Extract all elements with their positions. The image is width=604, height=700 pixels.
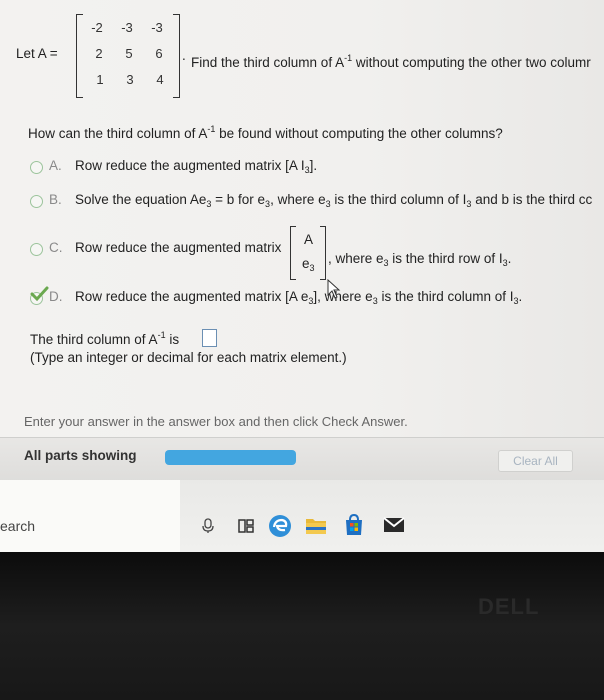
matrix-left-bracket xyxy=(76,14,83,98)
matrix-c-sub: 3 xyxy=(309,263,315,273)
matrix-c-top: A xyxy=(304,232,314,247)
option-b-t2: = b for e xyxy=(211,192,266,207)
prompt-exponent: -1 xyxy=(344,53,353,63)
option-a-text-pre: Row reduce the augmented matrix [A I xyxy=(75,158,305,173)
option-b-radio[interactable] xyxy=(30,195,43,208)
mail-icon[interactable] xyxy=(383,516,405,534)
option-b-t5: and b is the third cc xyxy=(471,192,593,207)
matrix-cell: -3 xyxy=(151,20,163,35)
edge-icon[interactable] xyxy=(268,514,292,538)
screen: Let A = -2 -3 -3 2 5 6 1 3 4 . Find the … xyxy=(0,0,604,552)
option-d-t4: . xyxy=(518,289,523,304)
option-c-text[interactable]: Row reduce the augmented matrix xyxy=(75,240,281,255)
answer-label: The third column of A-1 is xyxy=(30,330,179,347)
question-text: How can the third column of A-1 be found… xyxy=(28,124,503,141)
file-explorer-icon[interactable] xyxy=(305,515,327,535)
option-b-text[interactable]: Solve the equation Ae3 = b for e3, where… xyxy=(75,192,592,209)
prompt-text: Find the third column of A xyxy=(191,55,345,70)
option-b-t3: , where e xyxy=(270,192,326,207)
option-b-t1: Solve the equation Ae xyxy=(75,192,207,207)
answer-hint: (Type an integer or decimal for each mat… xyxy=(30,350,347,365)
answer-pre: The third column of A xyxy=(30,332,158,347)
matrix-right-bracket xyxy=(173,14,180,98)
option-c-t4: . xyxy=(507,251,512,266)
all-parts-label: All parts showing xyxy=(24,448,137,463)
taskbar-search-box[interactable] xyxy=(0,480,180,552)
answer-exponent: -1 xyxy=(157,330,166,340)
matrix-cell: -2 xyxy=(91,20,103,35)
option-d-letter: D. xyxy=(49,289,63,304)
option-d-t2: ], where e xyxy=(313,289,373,304)
matrix-cell: 1 xyxy=(96,72,104,87)
matrix-cell: -3 xyxy=(121,20,133,35)
laptop-bezel xyxy=(0,552,604,700)
period: . xyxy=(182,48,186,63)
option-b-letter: B. xyxy=(49,192,62,207)
option-a-text[interactable]: Row reduce the augmented matrix [A I3]. xyxy=(75,158,317,175)
clear-all-button[interactable]: Clear All xyxy=(498,450,573,472)
progress-bar xyxy=(165,450,296,465)
option-d-t1: Row reduce the augmented matrix [A e xyxy=(75,289,309,304)
option-c-radio[interactable] xyxy=(30,243,43,256)
dell-logo: DELL xyxy=(478,594,540,619)
matrix-cell: 2 xyxy=(95,46,103,61)
option-c-t3: is the third row of I xyxy=(388,251,503,266)
checkmark-icon xyxy=(30,286,49,302)
question-pre: How can the third column of A xyxy=(28,126,208,141)
matrix-c-e: e xyxy=(302,256,310,271)
option-d-t3: is the third column of I xyxy=(377,289,514,304)
matrix-c-left-bracket xyxy=(290,226,296,280)
mouse-cursor-icon xyxy=(327,279,341,299)
microphone-icon[interactable] xyxy=(200,518,216,534)
option-c-tail: , where e3 is the third row of I3. xyxy=(328,251,511,268)
option-c-letter: C. xyxy=(49,240,63,255)
store-icon[interactable] xyxy=(343,514,365,536)
matrix-c-bottom: e3 xyxy=(302,256,315,273)
let-a-label: Let A = xyxy=(16,46,58,61)
matrix-a: -2 -3 -3 2 5 6 1 3 4 xyxy=(76,14,180,98)
augmented-matrix-c: A e3 xyxy=(290,226,326,280)
matrix-cell: 3 xyxy=(126,72,134,87)
prompt-text-tail: without computing the other two columr xyxy=(352,55,591,70)
taskbar-search-label[interactable]: earch xyxy=(0,518,35,534)
matrix-cell: 6 xyxy=(155,46,163,61)
question-post: be found without computing the other col… xyxy=(215,126,503,141)
matrix-cell: 5 xyxy=(125,46,133,61)
taskbar xyxy=(0,480,604,552)
answer-input-box[interactable] xyxy=(202,329,217,347)
option-a-letter: A. xyxy=(49,158,62,173)
option-a-text-post: ]. xyxy=(309,158,318,173)
problem-prompt: Find the third column of A-1 without com… xyxy=(191,53,591,70)
option-d-text[interactable]: Row reduce the augmented matrix [A e3], … xyxy=(75,289,522,306)
task-view-icon[interactable] xyxy=(238,518,254,534)
answer-post: is xyxy=(165,332,180,347)
option-b-t4: is the third column of I xyxy=(330,192,467,207)
matrix-c-right-bracket xyxy=(320,226,326,280)
matrix-cell: 4 xyxy=(156,72,164,87)
instructions-text: Enter your answer in the answer box and … xyxy=(24,414,408,429)
option-a-radio[interactable] xyxy=(30,161,43,174)
option-c-t2: , where e xyxy=(328,251,384,266)
